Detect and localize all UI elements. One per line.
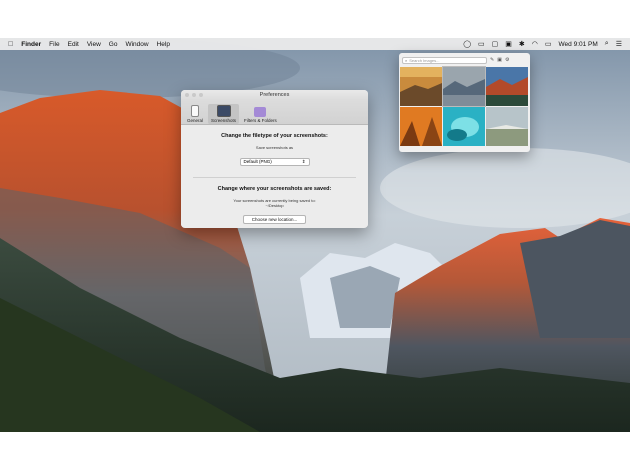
battery-icon[interactable]: ▭ [545, 40, 552, 48]
image-thumbnail[interactable] [486, 107, 528, 146]
image-thumbnail[interactable] [400, 107, 442, 146]
location-section-title: Change where your screenshots are saved: [217, 186, 332, 192]
section-divider [193, 177, 356, 178]
tab-screenshots[interactable]: Screenshots [208, 104, 240, 124]
preferences-window: Preferences General Screenshots Filters … [181, 90, 368, 228]
image-thumbnail[interactable] [442, 66, 486, 107]
clock[interactable]: Wed 9:01 PM [559, 41, 598, 48]
folder-icon [254, 107, 267, 117]
window-title: Preferences [259, 92, 290, 98]
notification-center-icon[interactable]: ☰ [616, 40, 622, 48]
menu-go[interactable]: Go [109, 41, 118, 48]
image-grid [399, 66, 530, 146]
tab-screenshots-label: Screenshots [211, 118, 237, 123]
choose-location-button[interactable]: Choose new location... [242, 215, 307, 224]
zoom-window-icon[interactable] [199, 93, 203, 97]
filetype-section-title: Change the filetype of your screenshots: [221, 133, 328, 139]
screen-icon [216, 105, 231, 117]
menu-file[interactable]: File [49, 41, 59, 48]
phone-icon [191, 105, 199, 117]
filetype-select[interactable]: Default (PNG) ⇕ [239, 157, 310, 166]
tab-general-label: General [187, 118, 204, 123]
search-placeholder: Search Images... [409, 57, 440, 63]
menu-view[interactable]: View [87, 41, 101, 48]
images-panel: ⌕ Search Images... ✎ ▣ ⚙ [399, 53, 530, 152]
circle-status-icon[interactable]: ◯ [463, 40, 471, 48]
close-window-icon[interactable] [185, 93, 189, 97]
menu-app-finder[interactable]: Finder [21, 41, 41, 48]
brush-icon[interactable]: ✎ [490, 57, 494, 63]
menu-bar:  Finder File Edit View Go Window Help ◯… [0, 38, 630, 50]
bluetooth-icon[interactable]: ✱ [519, 40, 525, 48]
tab-filters-folders[interactable]: Filters & Folders [241, 106, 280, 124]
preferences-titlebar[interactable]: Preferences [181, 90, 368, 100]
minimize-window-icon[interactable] [192, 93, 196, 97]
save-as-label: Save screenshots as [255, 145, 294, 150]
menu-help[interactable]: Help [157, 41, 170, 48]
image-thumbnail[interactable] [443, 107, 485, 146]
preferences-content: Change the filetype of your screenshots:… [181, 125, 368, 226]
search-images-input[interactable]: ⌕ Search Images... [402, 56, 487, 64]
filetype-value: Default (PNG) [243, 159, 272, 164]
status-area: ◯ ▭ ▢ ▣ ✱ ◠ ▭ Wed 9:01 PM ⌕ ☰ [463, 40, 622, 48]
spotlight-search-icon[interactable]: ⌕ [605, 40, 609, 48]
apple-icon[interactable]:  [8, 41, 13, 48]
menu-edit[interactable]: Edit [68, 41, 79, 48]
gear-icon[interactable]: ⚙ [505, 57, 509, 63]
search-icon: ⌕ [405, 57, 408, 63]
screen-status-icon[interactable]: ▭ [478, 40, 485, 48]
airplay-icon[interactable]: ▢ [492, 40, 499, 48]
image-thumbnail[interactable] [400, 67, 442, 106]
menu-window[interactable]: Window [125, 41, 148, 48]
wifi-icon[interactable]: ◠ [532, 40, 538, 48]
tab-general[interactable]: General [184, 104, 206, 124]
preferences-toolbar: General Screenshots Filters & Folders [181, 100, 368, 125]
chevron-updown-icon: ⇕ [301, 158, 306, 164]
current-location-path: ~/Desktop [265, 203, 284, 208]
window-controls [185, 93, 203, 97]
images-panel-toolbar: ⌕ Search Images... ✎ ▣ ⚙ [399, 53, 530, 67]
folder-stack-icon[interactable]: ▣ [497, 57, 502, 63]
display-icon[interactable]: ▣ [505, 40, 512, 48]
image-thumbnail[interactable] [486, 67, 528, 106]
tab-filters-label: Filters & Folders [244, 118, 277, 123]
